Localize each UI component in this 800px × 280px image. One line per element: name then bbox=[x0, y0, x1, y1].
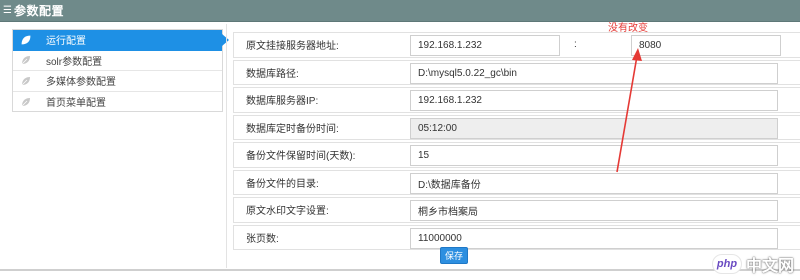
site-watermark: php 中文网 bbox=[711, 252, 794, 276]
annotation-arrow bbox=[616, 48, 642, 173]
watermark-text: 中文网 bbox=[745, 258, 794, 275]
footer-divider bbox=[0, 269, 800, 271]
watermark-logo: php bbox=[711, 254, 742, 274]
